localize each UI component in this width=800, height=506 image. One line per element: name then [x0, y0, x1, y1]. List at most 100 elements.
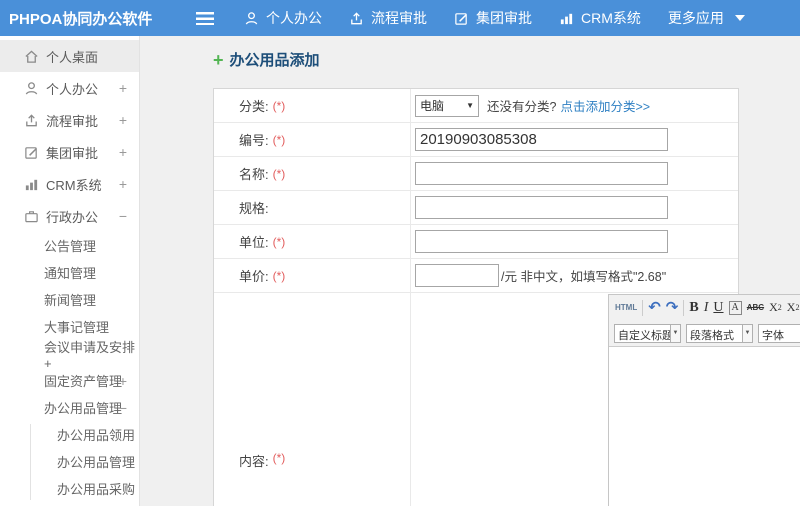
expand-toggle[interactable]: + — [119, 80, 127, 96]
collapse-toggle[interactable]: − — [119, 208, 127, 224]
sidebar-item-workflow-approval[interactable]: 流程审批 + — [0, 104, 139, 136]
sidebar-item-announcement-mgmt[interactable]: 公告管理 — [0, 232, 139, 259]
rich-text-editor: HTML ↶ ↷ B I U A ABC X2 X2 自定义标题 ▼ 段落格式 … — [608, 294, 800, 506]
nav-group-approval[interactable]: 集团审批 — [454, 8, 532, 28]
nav-workflow-approval[interactable]: 流程审批 — [349, 8, 427, 28]
nav-personal-office[interactable]: 个人办公 — [244, 8, 322, 28]
price-input[interactable] — [415, 264, 499, 287]
font-family-select[interactable]: 字体 ▼ — [758, 323, 800, 343]
editor-content-area[interactable] — [609, 346, 800, 506]
collapse-toggle[interactable]: − — [119, 400, 127, 416]
name-input[interactable] — [415, 162, 668, 185]
user-icon — [245, 11, 258, 24]
required-mark: (*) — [272, 234, 286, 249]
form-row-spec: 规格: — [214, 191, 738, 225]
field-value — [411, 157, 738, 190]
undo-button[interactable]: ↶ — [648, 300, 661, 315]
sidebar-item-label: 固定资产管理 — [44, 374, 123, 389]
required-mark: (*) — [272, 268, 286, 283]
field-label: 内容: (*) — [214, 293, 411, 506]
user-icon — [25, 81, 38, 94]
field-value — [411, 191, 738, 224]
sidebar-item-supplies-claim[interactable]: 办公用品领用 — [0, 421, 139, 448]
sidebar-item-news-mgmt[interactable]: 新闻管理 — [0, 286, 139, 313]
sidebar-item-label: 办公用品管理 — [44, 401, 123, 416]
sidebar-item-personal-desktop[interactable]: 个人桌面 — [0, 40, 139, 72]
field-value: HTML ↶ ↷ B I U A ABC X2 X2 自定义标题 ▼ 段落格式 … — [411, 293, 800, 506]
editor-toolbar-row1: HTML ↶ ↷ B I U A ABC X2 X2 — [609, 295, 800, 320]
subscript-button[interactable]: X2 — [787, 300, 800, 315]
field-value: /元 非中文，如填写格式"2.68" — [411, 259, 738, 292]
expand-toggle[interactable]: + — [119, 373, 127, 389]
field-label: 名称: (*) — [214, 157, 411, 190]
strikethrough-button[interactable]: ABC — [747, 303, 764, 312]
italic-button[interactable]: I — [704, 300, 709, 316]
nav-label: 更多应用 — [667, 10, 724, 26]
nav-label: 集团审批 — [476, 10, 532, 26]
form-row-price: 单价: (*) /元 非中文，如填写格式"2.68" — [214, 259, 738, 293]
category-hint: 还没有分类? — [487, 100, 557, 114]
sidebar-item-office-supplies-mgmt[interactable]: 办公用品管理 − — [0, 394, 139, 421]
sidebar-item-label: 新闻管理 — [44, 293, 97, 308]
code-input[interactable] — [415, 128, 668, 151]
add-supply-form: 分类: (*) 电脑 ▼ 还没有分类? 点击添加分类>> 编号: (*) 201… — [213, 88, 800, 506]
sidebar-item-supplies-manage[interactable]: 办公用品管理 — [0, 448, 139, 475]
process-icon — [351, 11, 362, 24]
expand-toggle[interactable]: + — [119, 176, 127, 192]
page-title-text: 办公用品添加 — [229, 52, 320, 69]
redo-button[interactable]: ↷ — [666, 300, 679, 315]
sidebar-item-notice-mgmt[interactable]: 通知管理 — [0, 259, 139, 286]
sidebar-item-admin-office[interactable]: 行政办公 − — [0, 200, 139, 232]
sidebar-item-meeting-request[interactable]: 会议申请及安排+ — [0, 340, 139, 371]
custom-heading-select[interactable]: 自定义标题 ▼ — [614, 323, 681, 343]
sidebar-item-personal-office[interactable]: 个人办公 + — [0, 72, 139, 104]
sidebar-item-supplies-purchase[interactable]: 办公用品采购 — [0, 475, 139, 502]
briefcase-icon — [25, 210, 38, 222]
top-nav: 个人办公 流程审批 集团审批 CRM系统 更多应用 — [244, 8, 745, 28]
edit-icon — [455, 12, 467, 25]
sidebar-item-label: 办公用品管理 — [57, 455, 136, 470]
nav-label: 个人办公 — [266, 10, 322, 26]
underline-button[interactable]: U — [713, 300, 723, 316]
sidebar: 个人桌面 个人办公 + 流程审批 + 集团审批 + CRM系统 + 行政办公 −… — [0, 36, 140, 506]
sidebar-item-label: 集团审批 — [46, 145, 99, 161]
app-logo: PHPOA协同办公软件 — [9, 10, 153, 28]
spec-input[interactable] — [415, 196, 668, 219]
required-mark: (*) — [272, 132, 286, 147]
add-icon: + — [213, 49, 224, 70]
label-text: 单位: — [239, 235, 269, 250]
required-mark: (*) — [272, 166, 286, 181]
sidebar-item-label: 行政办公 — [46, 209, 99, 225]
sidebar-item-fixed-assets-mgmt[interactable]: 固定资产管理 + — [0, 367, 139, 394]
html-source-button[interactable]: HTML — [615, 303, 637, 312]
sidebar-item-group-approval[interactable]: 集团审批 + — [0, 136, 139, 168]
field-label: 单位: (*) — [214, 225, 411, 258]
nav-more-apps[interactable]: 更多应用 — [668, 8, 745, 28]
process-icon — [26, 113, 37, 126]
expand-toggle[interactable]: + — [119, 144, 127, 160]
field-label: 编号: (*) — [214, 123, 411, 156]
sidebar-item-label: 公告管理 — [44, 239, 97, 254]
chart-icon — [25, 179, 38, 190]
unit-input[interactable] — [415, 230, 668, 253]
category-select[interactable]: 电脑 ▼ — [415, 94, 479, 117]
caret-down-icon: ▼ — [671, 323, 681, 343]
nav-label: 流程审批 — [371, 10, 427, 26]
subtree-guide-line — [30, 424, 31, 500]
editor-toolbar-row2: 自定义标题 ▼ 段落格式 ▼ 字体 ▼ — [609, 320, 800, 346]
sidebar-item-label: 办公用品领用 — [57, 428, 136, 443]
app-window: PHPOA协同办公软件 个人办公 流程审批 集团审批 CRM系统 更多应用 个人… — [0, 0, 800, 506]
menu-icon[interactable] — [196, 11, 214, 25]
label-text: 规格: — [239, 201, 269, 216]
nav-crm-system[interactable]: CRM系统 — [559, 8, 641, 28]
superscript-button[interactable]: X2 — [769, 300, 782, 315]
paragraph-format-select[interactable]: 段落格式 ▼ — [686, 323, 753, 343]
top-header: PHPOA协同办公软件 个人办公 流程审批 集团审批 CRM系统 更多应用 — [0, 0, 800, 36]
bold-button[interactable]: B — [689, 300, 698, 316]
font-button[interactable]: A — [728, 300, 742, 315]
add-category-link[interactable]: 点击添加分类>> — [560, 96, 650, 115]
sidebar-item-crm-system[interactable]: CRM系统 + — [0, 168, 139, 200]
expand-toggle[interactable]: + — [119, 112, 127, 128]
chart-icon — [560, 13, 573, 24]
field-label: 单价: (*) — [214, 259, 411, 292]
